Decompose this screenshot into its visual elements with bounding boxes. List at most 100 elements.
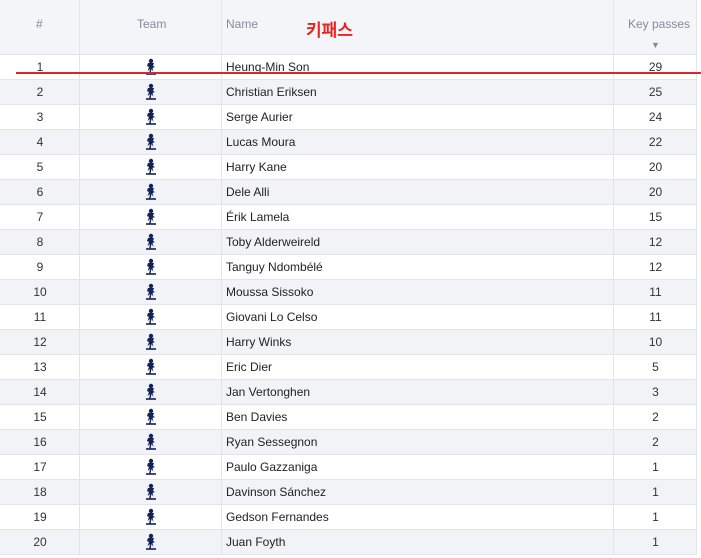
player-name[interactable]: Dele Alli: [226, 180, 606, 204]
rank-cell: 1: [36, 60, 44, 74]
team-cell[interactable]: [80, 255, 221, 279]
player-name[interactable]: Ryan Sessegnon: [226, 430, 606, 454]
tottenham-crest-icon[interactable]: [144, 382, 158, 401]
player-name[interactable]: Érik Lamela: [226, 205, 606, 229]
team-cell[interactable]: [80, 230, 221, 254]
table-row[interactable]: 15 Ben Davies 2: [0, 405, 697, 430]
player-name[interactable]: Eric Dier: [226, 355, 606, 379]
team-cell[interactable]: [80, 180, 221, 204]
key-passes-value: 12: [648, 260, 663, 274]
table-row[interactable]: 13 Eric Dier 5: [0, 355, 697, 380]
team-cell[interactable]: [80, 105, 221, 129]
table-row[interactable]: 16 Ryan Sessegnon 2: [0, 430, 697, 455]
table-row[interactable]: 1 Heung-Min Son 29: [0, 55, 697, 80]
team-cell[interactable]: [80, 155, 221, 179]
table-row[interactable]: 5 Harry Kane 20: [0, 155, 697, 180]
team-cell[interactable]: [80, 505, 221, 529]
sort-down-icon[interactable]: ▼: [651, 40, 660, 50]
table-row[interactable]: 20 Juan Foyth 1: [0, 530, 697, 555]
rank-cell: 2: [36, 85, 44, 99]
header-key-passes[interactable]: Key passes: [628, 17, 690, 31]
player-name[interactable]: Paulo Gazzaniga: [226, 455, 606, 479]
table-row[interactable]: 6 Dele Alli 20: [0, 180, 697, 205]
tottenham-crest-icon[interactable]: [144, 282, 158, 301]
player-name[interactable]: Giovani Lo Celso: [226, 305, 606, 329]
header-name[interactable]: Name: [226, 17, 258, 31]
team-cell[interactable]: [80, 280, 221, 304]
tottenham-crest-icon[interactable]: [144, 207, 158, 226]
table-row[interactable]: 14 Jan Vertonghen 3: [0, 380, 697, 405]
table-row[interactable]: 10 Moussa Sissoko 11: [0, 280, 697, 305]
player-name[interactable]: Christian Eriksen: [226, 80, 606, 104]
table-row[interactable]: 12 Harry Winks 10: [0, 330, 697, 355]
key-passes-value: 1: [652, 485, 659, 499]
tottenham-crest-icon[interactable]: [144, 507, 158, 526]
tottenham-crest-icon[interactable]: [144, 107, 158, 126]
table-row[interactable]: 4 Lucas Moura 22: [0, 130, 697, 155]
table-row[interactable]: 19 Gedson Fernandes 1: [0, 505, 697, 530]
tottenham-crest-icon[interactable]: [144, 332, 158, 351]
team-cell[interactable]: [80, 305, 221, 329]
player-name[interactable]: Juan Foyth: [226, 530, 606, 554]
team-cell[interactable]: [80, 205, 221, 229]
tottenham-crest-icon[interactable]: [144, 407, 158, 426]
header-team[interactable]: Team: [137, 17, 166, 31]
rank-cell: 5: [36, 160, 44, 174]
team-cell[interactable]: [80, 80, 221, 104]
rank-cell: 3: [36, 110, 44, 124]
player-name[interactable]: Lucas Moura: [226, 130, 606, 154]
tottenham-crest-icon[interactable]: [144, 232, 158, 251]
player-name[interactable]: Toby Alderweireld: [226, 230, 606, 254]
tottenham-crest-icon[interactable]: [144, 357, 158, 376]
tottenham-crest-icon[interactable]: [144, 132, 158, 151]
team-cell[interactable]: [80, 380, 221, 404]
header-rank[interactable]: #: [36, 17, 43, 31]
tottenham-crest-icon[interactable]: [144, 257, 158, 276]
player-name[interactable]: Tanguy Ndombélé: [226, 255, 606, 279]
player-name[interactable]: Davinson Sánchez: [226, 480, 606, 504]
table-row[interactable]: 2 Christian Eriksen 25: [0, 80, 697, 105]
table-row[interactable]: 18 Davinson Sánchez 1: [0, 480, 697, 505]
table-row[interactable]: 3 Serge Aurier 24: [0, 105, 697, 130]
team-cell[interactable]: [80, 530, 221, 554]
rank-cell: 7: [36, 210, 44, 224]
key-passes-value: 29: [648, 60, 663, 74]
tottenham-crest-icon[interactable]: [144, 182, 158, 201]
player-name[interactable]: Jan Vertonghen: [226, 380, 606, 404]
player-name[interactable]: Serge Aurier: [226, 105, 606, 129]
table-row[interactable]: 7 Érik Lamela 15: [0, 205, 697, 230]
key-passes-value: 15: [648, 210, 663, 224]
player-name[interactable]: Heung-Min Son: [226, 55, 606, 79]
tottenham-crest-icon[interactable]: [144, 157, 158, 176]
team-cell[interactable]: [80, 330, 221, 354]
table-row[interactable]: 9 Tanguy Ndombélé 12: [0, 255, 697, 280]
column-divider: [613, 0, 614, 554]
table-row[interactable]: 8 Toby Alderweireld 12: [0, 230, 697, 255]
table-row[interactable]: 17 Paulo Gazzaniga 1: [0, 455, 697, 480]
table-row[interactable]: 11 Giovani Lo Celso 11: [0, 305, 697, 330]
tottenham-crest-icon[interactable]: [144, 532, 158, 551]
column-divider: [221, 0, 222, 554]
player-name[interactable]: Gedson Fernandes: [226, 505, 606, 529]
tottenham-crest-icon[interactable]: [144, 457, 158, 476]
team-cell[interactable]: [80, 55, 221, 79]
team-cell[interactable]: [80, 430, 221, 454]
tottenham-crest-icon[interactable]: [144, 307, 158, 326]
tottenham-crest-icon[interactable]: [144, 482, 158, 501]
team-cell[interactable]: [80, 455, 221, 479]
tottenham-crest-icon[interactable]: [144, 82, 158, 101]
team-cell[interactable]: [80, 130, 221, 154]
rank-cell: 20: [33, 535, 47, 549]
team-cell[interactable]: [80, 480, 221, 504]
rank-cell: 6: [36, 185, 44, 199]
tottenham-crest-icon[interactable]: [144, 432, 158, 451]
team-cell[interactable]: [80, 355, 221, 379]
team-cell[interactable]: [80, 405, 221, 429]
player-name[interactable]: Ben Davies: [226, 405, 606, 429]
player-name[interactable]: Moussa Sissoko: [226, 280, 606, 304]
key-passes-value: 5: [652, 360, 659, 374]
player-name[interactable]: Harry Winks: [226, 330, 606, 354]
player-name[interactable]: Harry Kane: [226, 155, 606, 179]
key-passes-value: 24: [648, 110, 663, 124]
rank-cell: 4: [36, 135, 44, 149]
